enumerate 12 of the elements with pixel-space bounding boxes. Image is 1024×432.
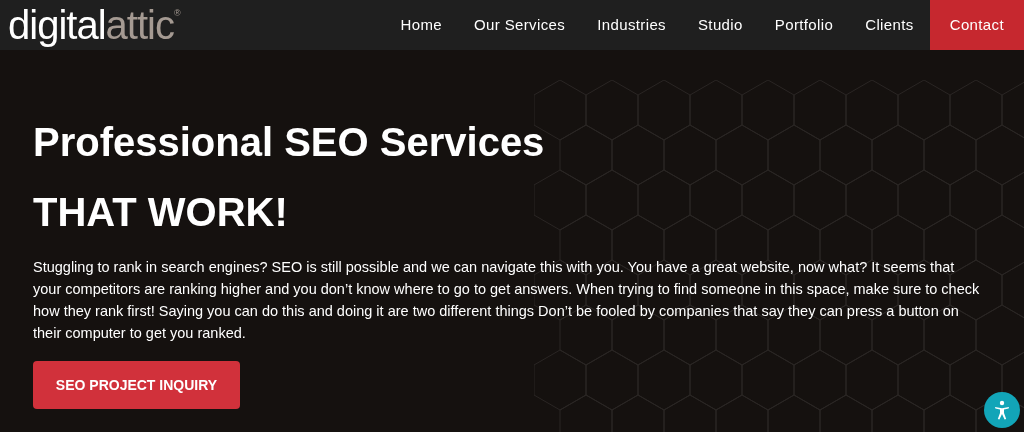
accessibility-icon[interactable] <box>984 392 1020 428</box>
nav-link[interactable]: Clients <box>849 0 930 50</box>
nav-link[interactable]: Portfolio <box>758 0 850 50</box>
nav-link[interactable]: Studio <box>682 0 759 50</box>
hero-subtitle: THAT WORK! <box>33 192 289 232</box>
hero-title: Professional SEO Services <box>33 122 546 162</box>
logo[interactable]: digitalattic® <box>8 5 180 45</box>
nav-link[interactable]: Home <box>384 0 458 50</box>
nav-link[interactable]: Our Services <box>458 0 582 50</box>
hero-description: Stuggling to rank in search engines? SEO is still possible and we can navigate this with you. You have a great website, now what? It seems that your competitors are ranking higher and you don’t know where to go to get answers. When trying to find someone in this space, make sure to check how they rank first! Saying you can do this and doing it are two different things Don’t be fooled by companies that say they can press a button on their computer to get you ranked. <box>33 258 981 343</box>
inquiry-button[interactable]: SEO PROJECT INQUIRY <box>33 361 240 409</box>
nav-link[interactable]: Industries <box>581 0 682 50</box>
